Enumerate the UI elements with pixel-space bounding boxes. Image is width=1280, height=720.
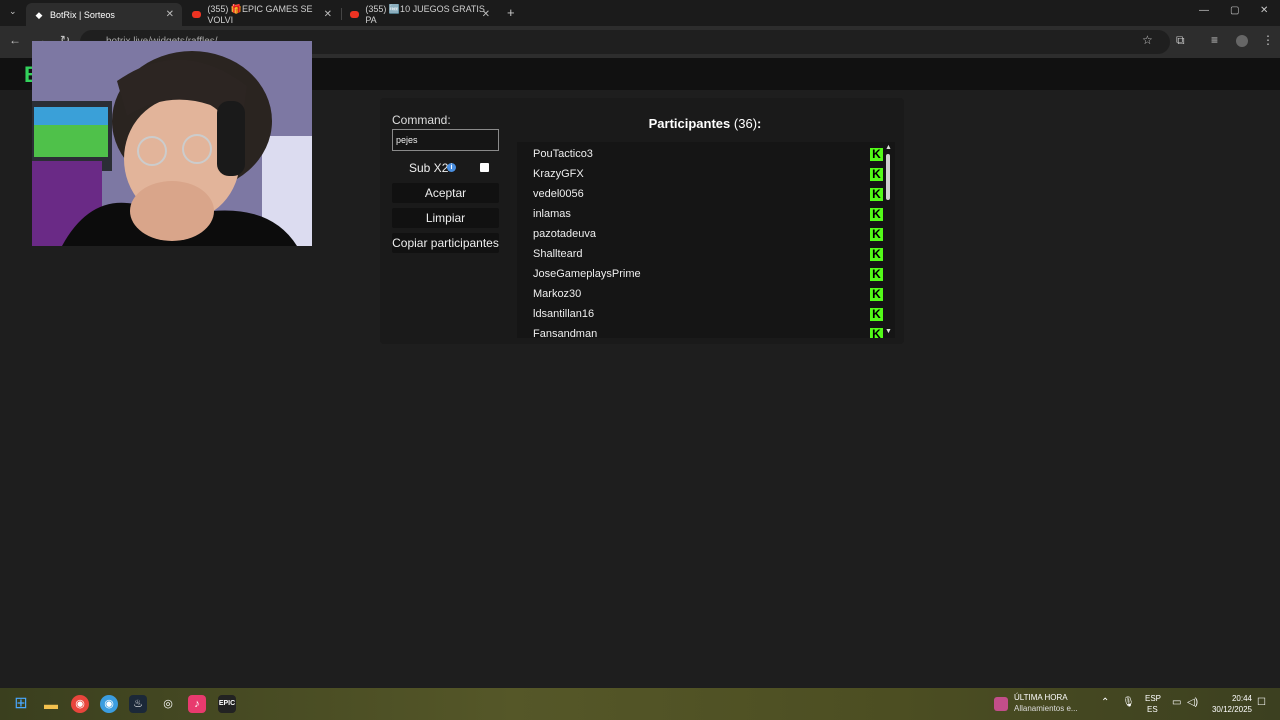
list-item[interactable]: ldsantillan16 K [533, 304, 883, 324]
command-label: Command: [392, 113, 451, 127]
language-top[interactable]: ESP [1145, 694, 1161, 703]
participants-scrollbar[interactable]: ▲ ▼ [882, 142, 895, 338]
participant-name: pazotadeuva [533, 228, 596, 240]
menu-dots-icon[interactable]: ⋮ [1262, 33, 1274, 47]
extensions-icon[interactable]: ⧉ [1176, 33, 1185, 48]
list-item[interactable]: PouTactico3 K [533, 144, 883, 164]
maximize-icon[interactable]: ▢ [1230, 5, 1239, 16]
youtube-icon [192, 11, 202, 18]
tab-search-icon[interactable]: ⌄ [9, 6, 17, 17]
window-close-icon[interactable]: ✕ [1260, 5, 1268, 16]
participant-name: inlamas [533, 208, 571, 220]
participants-heading: Participantes (36): [530, 116, 880, 131]
clear-button[interactable]: Limpiar [392, 208, 499, 228]
media-control-icon[interactable]: ≡ [1211, 33, 1218, 47]
microphone-icon[interactable]: 🎙︎ [1122, 697, 1135, 708]
windows-start-icon[interactable]: ⊞ [12, 695, 30, 713]
minimize-icon[interactable]: — [1199, 5, 1209, 16]
new-tab-button[interactable]: + [507, 5, 515, 20]
volume-icon[interactable]: ◁) [1187, 697, 1198, 708]
tab-title: (355) 🎁EPIC GAMES SE VOLVI [207, 4, 313, 25]
participant-name: PouTactico3 [533, 148, 593, 160]
news-title[interactable]: ÚLTIMA HORA [1014, 693, 1068, 702]
network-icon[interactable]: ▭ [1172, 697, 1181, 708]
chrome-profile-icon[interactable]: ◉ [100, 695, 118, 713]
participant-name: ldsantillan16 [533, 308, 595, 320]
list-item[interactable]: Fansandman K [533, 324, 883, 338]
participants-list[interactable]: PouTactico3 K KrazyGFX K vedel0056 K inl… [517, 142, 895, 338]
news-subtitle[interactable]: Allanamientos e... [1014, 704, 1078, 713]
list-item[interactable]: pazotadeuva K [533, 224, 883, 244]
raffle-panel: Command: Sub X2 i Aceptar Limpiar Copiar… [380, 98, 904, 344]
close-tab-icon[interactable]: ✕ [166, 9, 174, 20]
participant-name: Shallteard [533, 248, 583, 260]
steam-icon[interactable]: ♨ [129, 695, 147, 713]
notifications-icon[interactable]: ☐ [1257, 697, 1266, 708]
clock-time[interactable]: 20:44 [1230, 694, 1252, 703]
list-item[interactable]: KrazyGFX K [533, 164, 883, 184]
windows-taskbar: ⊞ ▬ ◉ ◉ ♨ ◎ ♪ EPIC ÚLTIMA HORA Allanamie… [0, 688, 1280, 720]
tab-youtube-2[interactable]: (355) 🆓10 JUEGOS GRATIS PA ✕ [342, 3, 498, 26]
close-tab-icon[interactable]: ✕ [324, 9, 332, 20]
language-bottom[interactable]: ES [1147, 705, 1158, 714]
youtube-icon [350, 11, 360, 18]
file-explorer-icon[interactable]: ▬ [42, 695, 60, 713]
list-item[interactable]: JoseGameplaysPrime K [533, 264, 883, 284]
participants-colon: : [757, 116, 762, 131]
sub-x2-label: Sub X2 [409, 161, 449, 175]
scroll-up-icon[interactable]: ▲ [885, 144, 892, 151]
scroll-down-icon[interactable]: ▼ [885, 328, 892, 335]
copy-participants-button[interactable]: Copiar participantes [392, 233, 499, 253]
webcam-image [32, 41, 312, 246]
tab-title: (355) 🆓10 JUEGOS GRATIS PA [365, 4, 485, 25]
participant-name: Markoz30 [533, 288, 582, 300]
tab-youtube-1[interactable]: (355) 🎁EPIC GAMES SE VOLVI ✕ [184, 3, 340, 26]
profile-avatar[interactable] [1236, 35, 1248, 47]
bookmark-star-icon[interactable]: ☆ [1142, 33, 1153, 47]
sub-x2-checkbox[interactable] [480, 163, 489, 172]
obs-icon[interactable]: ◎ [159, 695, 177, 713]
botrix-icon: ◆ [35, 9, 43, 20]
tray-chevron-icon[interactable]: ⌃ [1101, 697, 1109, 708]
tiktok-icon[interactable]: ♪ [188, 695, 206, 713]
list-item[interactable]: Markoz30 K [533, 284, 883, 304]
clock-date[interactable]: 30/12/2025 [1210, 705, 1252, 714]
participants-title: Participantes [648, 116, 731, 131]
info-icon[interactable]: i [447, 163, 456, 172]
webcam-overlay [32, 41, 312, 246]
scrollbar-thumb[interactable] [886, 154, 890, 200]
list-item[interactable]: vedel0056 K [533, 184, 883, 204]
back-icon[interactable]: ← [9, 33, 21, 47]
participant-name: KrazyGFX [533, 168, 584, 180]
participants-count: (36) [733, 116, 758, 131]
tab-title: BotRix | Sorteos [50, 9, 115, 20]
close-tab-icon[interactable]: ✕ [482, 9, 490, 20]
participant-name: vedel0056 [533, 188, 584, 200]
news-widget-icon[interactable] [994, 697, 1008, 711]
sub-x2-row: Sub X2 i [392, 158, 499, 178]
list-item[interactable]: inlamas K [533, 204, 883, 224]
participant-name: Fansandman [533, 328, 598, 338]
accept-button[interactable]: Aceptar [392, 183, 499, 203]
chrome-icon[interactable]: ◉ [71, 695, 89, 713]
command-input[interactable] [392, 129, 499, 151]
epic-games-icon[interactable]: EPIC [218, 695, 236, 713]
tab-botrix[interactable]: ◆ BotRix | Sorteos ✕ [26, 3, 182, 26]
list-item[interactable]: Shallteard K [533, 244, 883, 264]
browser-tab-strip: ⌄ ◆ BotRix | Sorteos ✕ (355) 🎁EPIC GAMES… [0, 0, 1280, 26]
participant-name: JoseGameplaysPrime [533, 268, 641, 280]
